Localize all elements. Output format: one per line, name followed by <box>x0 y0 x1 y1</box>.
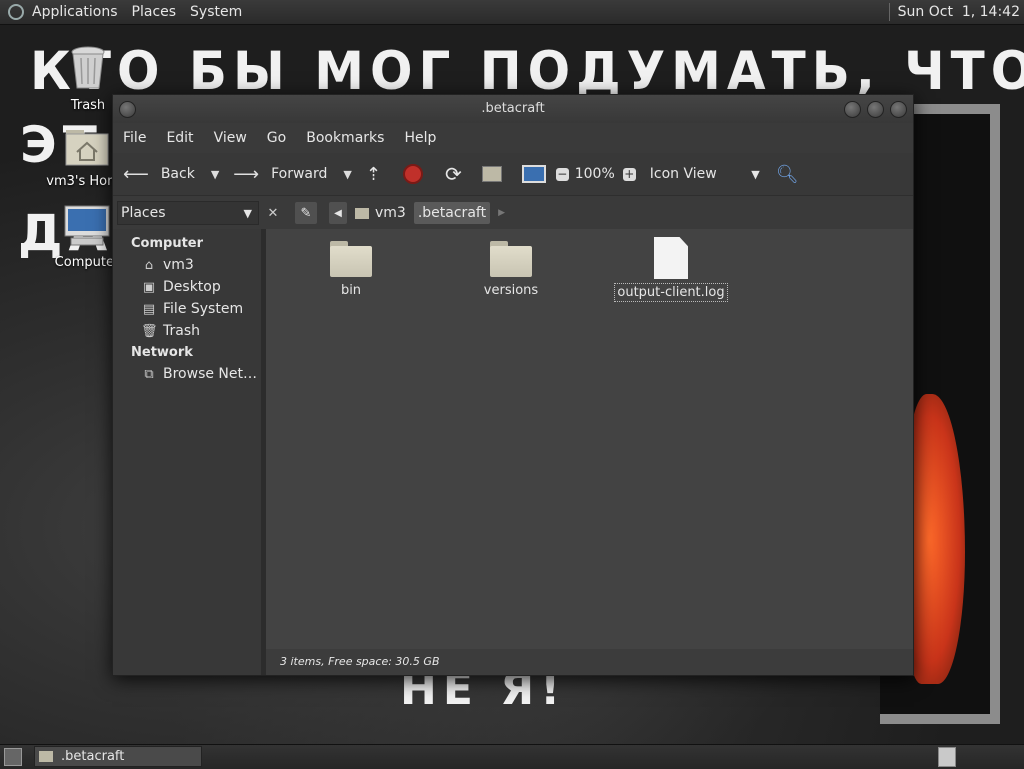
breadcrumb-right-arrow-icon[interactable]: ▶ <box>498 208 505 218</box>
view-mode-value: Icon View <box>649 166 717 182</box>
sidebar-item-vm3[interactable]: ⌂ vm3 <box>113 254 261 276</box>
window-titlebar[interactable]: .betacraft <box>113 95 913 123</box>
sidebar-selector-dropdown-icon: ▼ <box>243 206 252 220</box>
folder-icon <box>39 751 53 762</box>
sidebar-selector[interactable]: Places ▼ <box>117 201 259 225</box>
menu-help[interactable]: Help <box>404 130 436 146</box>
status-bar: 3 items, Free space: 30.5 GB <box>266 649 913 675</box>
panel-separator <box>888 3 890 21</box>
trash-icon <box>71 46 105 89</box>
menubar: File Edit View Go Bookmarks Help <box>113 123 913 153</box>
edit-location-icon[interactable]: ✎ <box>295 202 317 224</box>
home-folder-icon <box>65 130 109 166</box>
folder-icon <box>490 241 532 277</box>
clock[interactable]: Sun Oct 1, 14:42 <box>898 4 1020 20</box>
home-icon[interactable] <box>481 166 502 182</box>
network-icon: ⧉ <box>144 366 154 382</box>
menu-bookmarks[interactable]: Bookmarks <box>306 130 384 146</box>
places-menu[interactable]: Places <box>132 4 177 20</box>
file-item-label: versions <box>483 283 539 298</box>
drive-icon: ▤ <box>142 301 156 317</box>
reload-icon[interactable]: ⟳ <box>445 162 462 186</box>
menu-view[interactable]: View <box>214 130 247 146</box>
sidebar-item-desktop[interactable]: ▣ Desktop <box>113 276 261 298</box>
close-sidebar-icon[interactable]: ✕ <box>263 206 283 221</box>
sidebar-heading-computer: Computer <box>131 236 204 251</box>
folder-icon <box>330 241 372 277</box>
window-title: .betacraft <box>481 101 545 116</box>
sidebar-heading-network: Network <box>131 345 193 360</box>
trash-icon: 🗑︎ <box>141 323 158 339</box>
close-button[interactable] <box>890 101 907 118</box>
sidebar-item-label: Desktop <box>163 279 221 295</box>
bottom-panel: .betacraft <box>0 744 1024 769</box>
sidebar-item-browse-network[interactable]: ⧉ Browse Net… <box>113 363 261 385</box>
location-bar: Places ▼ ✕ ✎ ◀ vm3 .betacraft ▶ <box>113 196 913 230</box>
sidebar-item-label: File System <box>163 301 244 317</box>
sidebar-selector-value: Places <box>121 205 166 221</box>
forward-label: Forward <box>271 166 328 182</box>
window-menu-button[interactable] <box>119 101 136 118</box>
sidebar-item-label: Browse Net… <box>163 366 258 382</box>
breadcrumb-vm3-label: vm3 <box>375 205 406 221</box>
sidebar-item-file-system[interactable]: ▤ File System <box>113 298 261 320</box>
breadcrumb-left-arrow-icon[interactable]: ◀ <box>329 202 347 224</box>
taskbar-item-betacraft[interactable]: .betacraft <box>34 746 202 767</box>
workspace-switcher[interactable] <box>938 747 956 767</box>
search-icon[interactable]: 🔍︎ <box>776 164 799 185</box>
file-item-output-client-log[interactable]: output-client.log <box>606 229 736 302</box>
sidebar-item-label: Trash <box>163 323 200 339</box>
show-desktop-icon[interactable] <box>4 748 22 766</box>
taskbar-item-label: .betacraft <box>61 749 125 764</box>
up-arrow-icon[interactable]: ⇡ <box>366 164 381 185</box>
breadcrumb-vm3[interactable]: vm3 <box>351 202 410 224</box>
back-button[interactable]: ⟵ Back <box>123 164 195 185</box>
top-panel: Applications Places System Sun Oct 1, 14… <box>0 0 1024 25</box>
content-area: Computer ⌂ vm3 ▣ Desktop ▤ File System 🗑… <box>113 229 913 675</box>
home-folder-small-icon <box>355 207 369 219</box>
breadcrumb-betacraft[interactable]: .betacraft <box>413 202 491 224</box>
toolbar: ⟵ Back ▼ ⟶ Forward ▼ ⇡ ⟳ − 100% + Icon V… <box>113 153 913 196</box>
back-history-dropdown-icon[interactable]: ▼ <box>211 168 219 181</box>
file-item-label: output-client.log <box>614 283 728 302</box>
file-item-bin[interactable]: bin <box>286 229 416 298</box>
file-item-versions[interactable]: versions <box>446 229 576 298</box>
distro-logo-icon[interactable] <box>8 4 24 20</box>
forward-button[interactable]: ⟶ Forward <box>233 164 327 185</box>
stop-icon[interactable] <box>402 164 423 184</box>
menu-go[interactable]: Go <box>267 130 286 146</box>
minimize-button[interactable] <box>844 101 861 118</box>
zoom-in-icon[interactable]: + <box>622 167 636 181</box>
system-menu[interactable]: System <box>190 4 242 20</box>
sidebar-item-label: vm3 <box>163 257 194 273</box>
wallpaper-text-line1: КТО БЫ МОГ ПОДУМАТЬ, ЧТО Я – <box>30 40 1024 102</box>
computer-icon <box>64 205 110 246</box>
maximize-button[interactable] <box>867 101 884 118</box>
forward-arrow-icon: ⟶ <box>233 163 260 185</box>
menu-file[interactable]: File <box>123 130 146 146</box>
view-mode-select[interactable]: Icon View ▼ <box>650 166 760 182</box>
places-sidebar: Computer ⌂ vm3 ▣ Desktop ▤ File System 🗑… <box>113 229 266 675</box>
file-view[interactable]: bin versions output-client.log <box>266 229 913 675</box>
forward-history-dropdown-icon[interactable]: ▼ <box>343 168 351 181</box>
menu-edit[interactable]: Edit <box>166 130 193 146</box>
zoom-out-icon[interactable]: − <box>555 167 569 181</box>
home-folder-icon: ⌂ <box>144 257 154 273</box>
back-arrow-icon: ⟵ <box>123 163 149 185</box>
desktop-folder-icon: ▣ <box>142 279 156 295</box>
file-item-label: bin <box>340 283 362 298</box>
back-label: Back <box>160 166 195 182</box>
sidebar-item-trash[interactable]: 🗑︎ Trash <box>113 320 261 342</box>
clock-area: Sun Oct 1, 14:42 <box>888 0 1020 24</box>
view-mode-dropdown-icon: ▼ <box>751 167 760 181</box>
applications-menu[interactable]: Applications <box>32 4 118 20</box>
computer-toolbar-icon[interactable] <box>521 165 546 183</box>
text-file-icon <box>654 237 688 279</box>
file-manager-window: .betacraft File Edit View Go Bookmarks H… <box>112 94 914 676</box>
zoom-level: 100% <box>574 166 615 182</box>
